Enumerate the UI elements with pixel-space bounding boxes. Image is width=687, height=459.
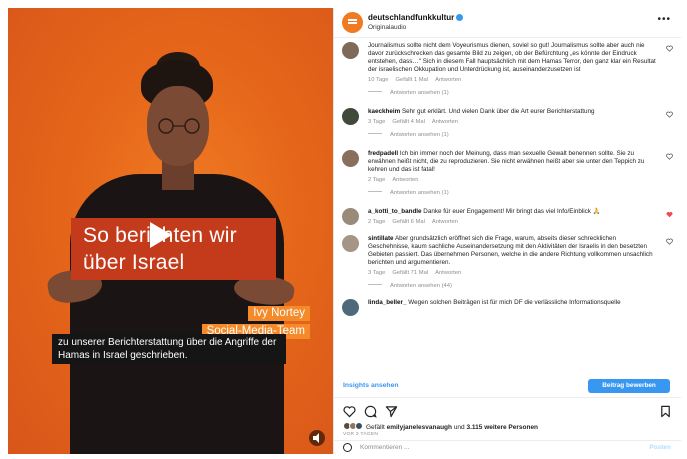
comment-username[interactable]: fredpadell [368,150,398,157]
avatar[interactable] [342,150,359,167]
comment-body: Aber grundsätzlich eröffnet sich die Fra… [368,235,653,266]
comment-meta: 2 Tage Gefällt 6 Mal Antworten [368,219,659,225]
comment-text: Journalismus sollte nicht dem Voyeurismu… [368,42,656,73]
account-avatar[interactable] [342,12,363,33]
verified-icon [456,14,464,21]
reply-button[interactable]: Antworten [435,77,461,83]
heart-icon-liked[interactable] [666,211,673,218]
heart-icon[interactable] [666,45,673,52]
heart-icon[interactable] [343,405,356,418]
comment-age: 3 Tage [368,270,386,276]
comment-age: 2 Tage [368,219,386,225]
avatar[interactable] [342,208,359,225]
comment-body: Sehr gut erklärt. Und vielen Dank über d… [401,108,595,115]
likes-summary[interactable]: Gefällt emilyjanelesvanaugh und 3.115 we… [343,422,538,431]
liker-username[interactable]: emilyjanelesvanaugh [387,424,452,431]
liker-avatars [343,422,363,430]
add-comment-bar: Kommentieren ... Posten [334,440,681,454]
heart-icon[interactable] [666,238,673,245]
comment-age: 2 Tage [368,177,386,183]
reply-button[interactable]: Antworten [435,270,461,276]
comment-text: a_kotti_to_bandle Danke für euer Engagem… [368,208,659,216]
reply-button[interactable]: Antworten [392,177,418,183]
comment-body: Ich bin immer noch der Meinung, dass man… [368,150,645,173]
likes-prefix: Gefällt [366,424,385,431]
comment-username[interactable]: kaeckheim [368,108,400,115]
comment-age: 3 Tage [368,119,386,125]
comment-input[interactable]: Kommentieren ... [360,444,410,451]
reply-button[interactable]: Antworten [432,219,458,225]
post-actions [334,402,681,420]
share-icon[interactable] [385,405,398,418]
play-icon[interactable] [144,220,174,250]
avatar[interactable] [342,42,359,59]
avatar[interactable] [342,108,359,125]
view-replies-link[interactable]: Antworten ansehen (1) [368,90,659,96]
presenter-glasses [158,118,200,134]
comment-body: Danke für euer Engagement! Mir bringt da… [423,208,601,215]
emoji-icon[interactable] [343,443,352,452]
comment-meta: 3 Tage Gefällt 71 Mal Antworten [368,270,659,276]
comment-meta: 3 Tage Gefällt 4 Mal Antworten [368,119,659,125]
comment-likes[interactable]: Gefällt 6 Mal [392,219,425,225]
comment-username[interactable]: a_kotti_to_bandle [368,208,422,215]
comment-likes[interactable]: Gefällt 4 Mal [392,119,425,125]
likes-count[interactable]: 3.115 weitere Personen [466,424,538,431]
reply-button[interactable]: Antworten [432,119,458,125]
post-comment-button[interactable]: Posten [649,444,671,451]
insights-row: Insights ansehen Beitrag bewerben [334,376,681,398]
post-header: deutschlandfunkkultur Originalaudio ••• [334,8,681,38]
video-title-line-2: über Israel [83,251,185,274]
comment-icon[interactable] [364,405,377,418]
audio-label[interactable]: Originalaudio [368,24,406,31]
view-replies-link[interactable]: Antworten ansehen (1) [368,132,659,138]
comment-meta: 2 Tage Antworten [368,177,659,183]
comment-item: kaeckheim Sehr gut erklärt. Und vielen D… [334,108,681,138]
video-subtitle: zu unserer Berichterstattung über die An… [52,334,286,364]
avatar[interactable] [342,235,359,252]
account-name[interactable]: deutschlandfunkkultur [368,13,454,22]
avatar[interactable] [342,299,359,316]
account-name-row: deutschlandfunkkultur [368,13,464,22]
insights-link[interactable]: Insights ansehen [343,382,399,389]
comment-username[interactable]: linda_beller_ [368,299,407,306]
comment-item: sintillate Aber grundsätzlich eröffnet s… [334,235,681,289]
comment-meta: 10 Tage Gefällt 1 Mal Antworten [368,77,659,83]
comment-text: sintillate Aber grundsätzlich eröffnet s… [368,235,659,267]
likes-mid: und [453,424,465,431]
comments-list[interactable]: Journalismus sollte nicht dem Voyeurismu… [334,38,681,376]
comment-text: linda_beller_ Wegen solchen Beiträgen is… [368,299,659,307]
comment-likes[interactable]: Gefällt 1 Mal [396,77,429,83]
comment-item: fredpadell Ich bin immer noch der Meinun… [334,150,681,196]
heart-icon[interactable] [666,153,673,160]
comment-text: fredpadell Ich bin immer noch der Meinun… [368,150,659,174]
boost-post-button[interactable]: Beitrag bewerben [588,379,670,393]
heart-icon[interactable] [666,111,673,118]
comment-item: a_kotti_to_bandle Danke für euer Engagem… [334,208,681,225]
view-replies-link[interactable]: Antworten ansehen (1) [368,190,659,196]
reel-video[interactable]: So berichten wir über Israel Ivy Nortey … [8,8,333,454]
sound-icon[interactable] [309,430,325,446]
comment-item: linda_beller_ Wegen solchen Beiträgen is… [334,299,681,316]
post-sidebar: deutschlandfunkkultur Originalaudio ••• … [333,8,681,454]
comment-likes[interactable]: Gefällt 71 Mal [392,270,428,276]
bookmark-icon[interactable] [659,405,672,418]
post-date: VOR 3 TAGEN [343,432,379,437]
comment-age: 10 Tage [368,77,389,83]
instagram-post-window: So berichten wir über Israel Ivy Nortey … [8,8,681,454]
comment-item: Journalismus sollte nicht dem Voyeurismu… [334,42,681,96]
comment-body: Wegen solchen Beiträgen ist für mich DF … [408,299,621,306]
comment-username[interactable]: sintillate [368,235,394,242]
more-icon[interactable]: ••• [657,14,671,25]
comment-text: kaeckheim Sehr gut erklärt. Und vielen D… [368,108,659,116]
view-replies-link[interactable]: Antworten ansehen (44) [368,283,659,289]
speaker-name: Ivy Nortey [248,306,310,321]
